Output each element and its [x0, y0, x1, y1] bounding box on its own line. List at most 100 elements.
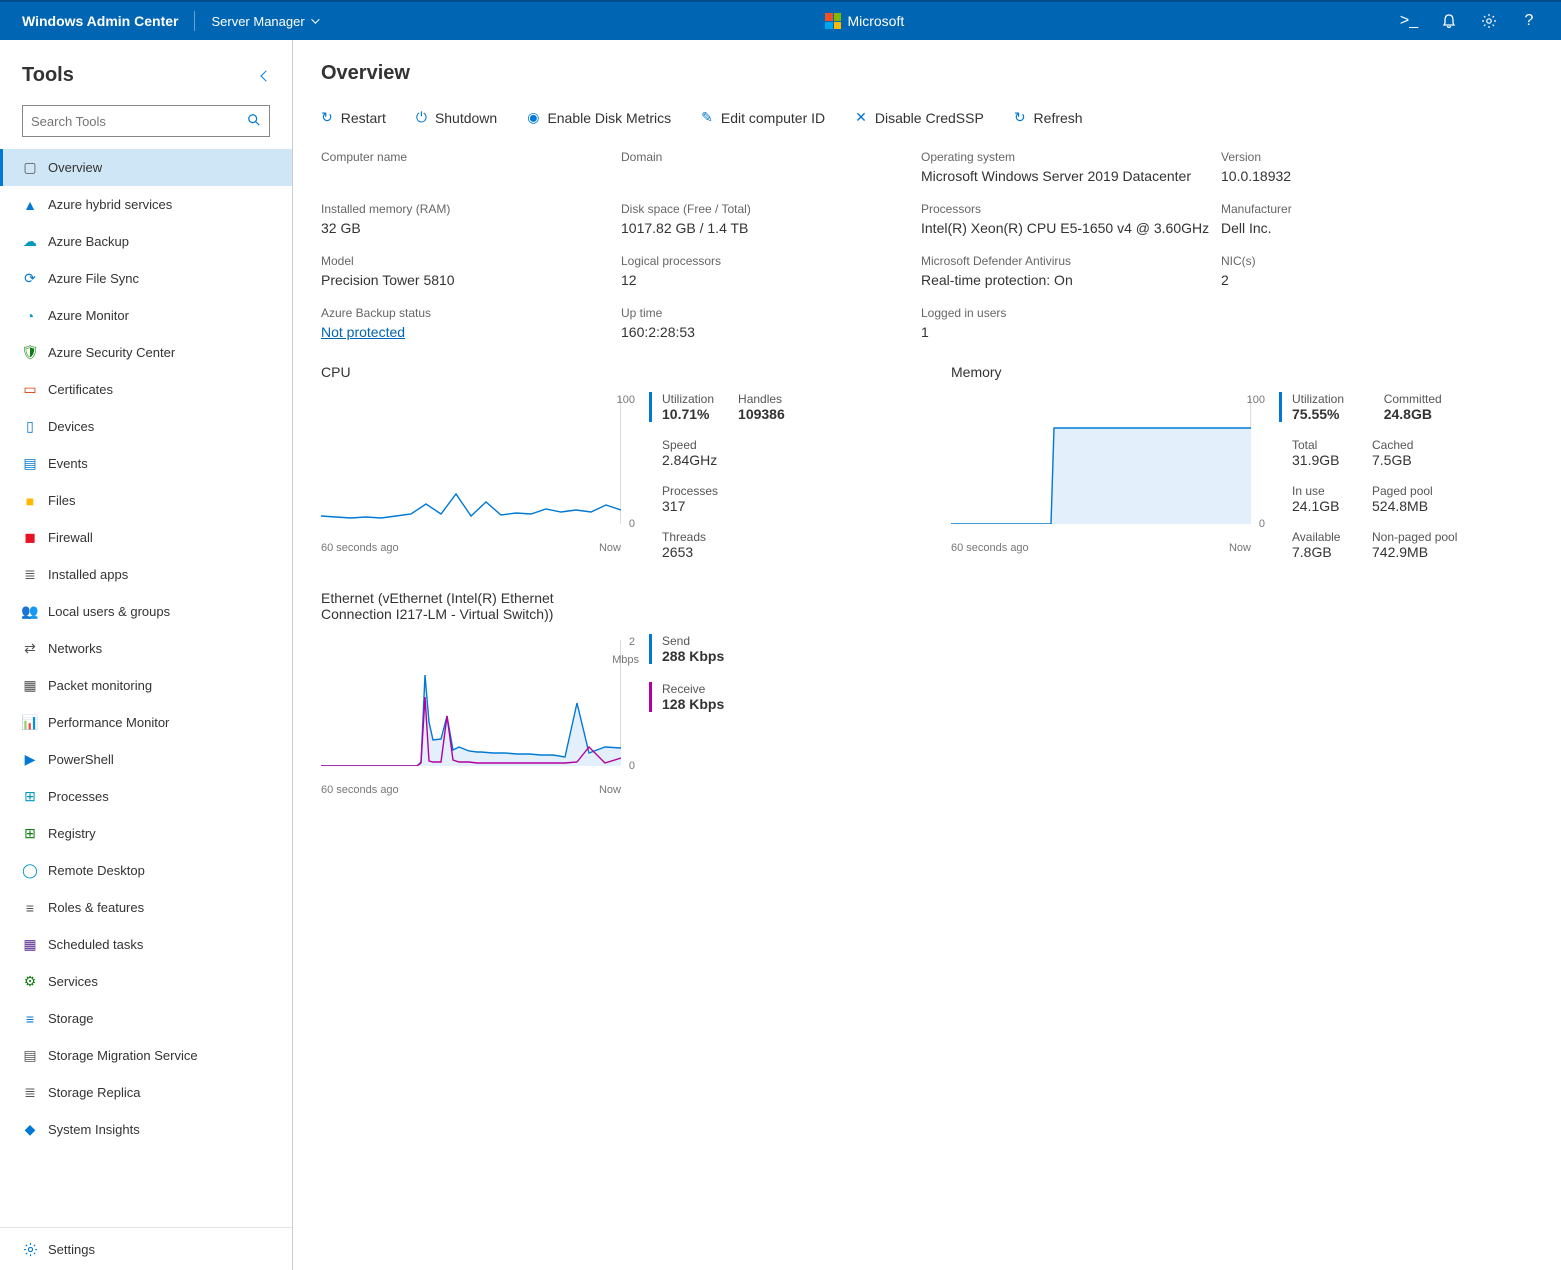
sidebar-item-label: Storage Migration Service	[48, 1048, 198, 1063]
prop-value: 160:2:28:53	[621, 324, 911, 340]
sidebar-item-files[interactable]: ■Files	[0, 482, 292, 519]
prop-label: NIC(s)	[1221, 254, 1461, 268]
sidebar: Tools ▢Overview▲Azure hybrid services☁Az…	[0, 40, 293, 1270]
sidebar-item-local-users-groups[interactable]: 👥Local users & groups	[0, 593, 292, 630]
sidebar-title: Tools	[22, 64, 74, 87]
settings-icon[interactable]	[1481, 13, 1497, 29]
shutdown-button[interactable]: ⏻Shutdown	[416, 109, 497, 126]
search-input[interactable]	[31, 114, 241, 129]
ethernet-send: Send 288 Kbps	[649, 634, 724, 664]
toolbar-label: Disable CredSSP	[875, 110, 984, 126]
properties-grid: Computer nameDomainOperating systemMicro…	[321, 150, 1533, 340]
sidebar-item-label: PowerShell	[48, 752, 114, 767]
sidebar-item-label: Networks	[48, 641, 102, 656]
prop-manufacturer: ManufacturerDell Inc.	[1221, 202, 1461, 236]
ethernet-chart[interactable]: 2 Mbps 0 60 seconds agoNow	[321, 634, 635, 774]
roles-icon: ≡	[22, 900, 38, 916]
toolbar-label: Shutdown	[435, 110, 497, 126]
sidebar-item-installed-apps[interactable]: ≣Installed apps	[0, 556, 292, 593]
prop-label: Microsoft Defender Antivirus	[921, 254, 1211, 268]
sidebar-item-certificates[interactable]: ▭ Certificates	[0, 371, 292, 408]
restart-button[interactable]: ↻Restart	[321, 109, 386, 126]
sidebar-item-services[interactable]: ⚙Services	[0, 963, 292, 1000]
sidebar-item-registry[interactable]: ⊞Registry	[0, 815, 292, 852]
sidebar-item-label: Installed apps	[48, 567, 128, 582]
search-icon	[247, 113, 261, 130]
sidebar-item-remote-desktop[interactable]: ◯Remote Desktop	[0, 852, 292, 889]
sidebar-item-azure-security-center[interactable]: 🛡Azure Security Center	[0, 334, 292, 371]
sidebar-item-performance-monitor[interactable]: 📊Performance Monitor	[0, 704, 292, 741]
memory-chart[interactable]: 100 0 60 seconds agoNow	[951, 392, 1265, 532]
sidebar-item-devices[interactable]: ▯Devices	[0, 408, 292, 445]
prop-value: 1	[921, 324, 1211, 340]
prop-value: Real-time protection: On	[921, 272, 1211, 288]
app-header: Windows Admin Center Server Manager Micr…	[0, 0, 1561, 40]
sidebar-item-firewall[interactable]: ◼Firewall	[0, 519, 292, 556]
sidebar-item-overview[interactable]: ▢Overview	[0, 149, 292, 186]
chevron-down-icon	[311, 15, 319, 23]
sidebar-item-azure-monitor[interactable]: ◔Azure Monitor	[0, 297, 292, 334]
refresh-button[interactable]: ↻Refresh	[1014, 109, 1083, 126]
shield-icon: 🛡	[22, 345, 38, 361]
sidebar-item-processes[interactable]: ⊞Processes	[0, 778, 292, 815]
prop-azure-backup-status[interactable]: Azure Backup statusNot protected	[321, 306, 611, 340]
sidebar-item-label: Services	[48, 974, 98, 989]
sched-icon: ▦	[22, 937, 38, 953]
sidebar-settings[interactable]: Settings	[0, 1228, 292, 1270]
prop-value: 12	[621, 272, 911, 288]
memory-title: Memory	[951, 364, 1211, 380]
ethernet-chart-block: Ethernet (vEthernet (Intel(R) Ethernet C…	[321, 590, 911, 774]
sidebar-item-label: Storage	[48, 1011, 94, 1026]
brand-title[interactable]: Windows Admin Center	[10, 13, 190, 29]
page-title: Overview	[321, 62, 1533, 85]
disk-icon: ◉	[527, 109, 539, 126]
enable-disk-metrics-button[interactable]: ◉Enable Disk Metrics	[527, 109, 671, 126]
prop-label: Installed memory (RAM)	[321, 202, 611, 216]
notifications-icon[interactable]	[1441, 13, 1457, 29]
certs-icon: ▭	[22, 382, 38, 398]
storage-icon: ≡	[22, 1011, 38, 1027]
collapse-sidebar-icon[interactable]	[260, 70, 271, 81]
sidebar-item-powershell[interactable]: ▶PowerShell	[0, 741, 292, 778]
disable-credssp-button[interactable]: ✕ Disable CredSSP	[855, 109, 984, 126]
prop-nic-s-: NIC(s)2	[1221, 254, 1461, 288]
sidebar-item-scheduled-tasks[interactable]: ▦Scheduled tasks	[0, 926, 292, 963]
prop-value: Dell Inc.	[1221, 220, 1461, 236]
networks-icon: ⇄	[22, 641, 38, 657]
sidebar-item-azure-backup[interactable]: ☁Azure Backup	[0, 223, 292, 260]
sidebar-item-azure-hybrid-services[interactable]: ▲Azure hybrid services	[0, 186, 292, 223]
sidebar-item-system-insights[interactable]: ◆System Insights	[0, 1111, 292, 1148]
prop-value: 1017.82 GB / 1.4 TB	[621, 220, 911, 236]
edit-computer-id-button[interactable]: ✎Edit computer ID	[701, 109, 825, 126]
prop-value: Precision Tower 5810	[321, 272, 611, 288]
sidebar-item-storage-migration-service[interactable]: ▤ Storage Migration Service	[0, 1037, 292, 1074]
firewall-icon: ◼	[22, 530, 38, 546]
sidebar-item-label: Certificates	[48, 382, 113, 397]
monitor-icon: ◔	[22, 308, 38, 324]
microsoft-logo-icon	[825, 13, 841, 29]
sidebar-item-networks[interactable]: ⇄ Networks	[0, 630, 292, 667]
sidebar-item-events[interactable]: ▤Events	[0, 445, 292, 482]
tool-list[interactable]: ▢Overview▲Azure hybrid services☁Azure Ba…	[0, 149, 292, 1227]
sms-icon: ▤	[22, 1048, 38, 1064]
prop-installed-memory-ram-: Installed memory (RAM)32 GB	[321, 202, 611, 236]
prop-label: Domain	[621, 150, 911, 164]
prop-computer-name: Computer name	[321, 150, 611, 184]
sidebar-item-storage-replica[interactable]: ≣Storage Replica	[0, 1074, 292, 1111]
help-icon[interactable]: ?	[1521, 13, 1537, 29]
close-icon: ✕	[855, 109, 867, 126]
prop-value[interactable]: Not protected	[321, 324, 611, 340]
sidebar-search[interactable]	[22, 105, 270, 137]
rdp-icon: ◯	[22, 863, 38, 879]
sidebar-item-storage[interactable]: ≡ Storage	[0, 1000, 292, 1037]
azure-icon: ▲	[22, 197, 38, 213]
sidebar-item-roles-features[interactable]: ≡Roles & features	[0, 889, 292, 926]
cpu-chart[interactable]: 100 0 60 seconds agoNow	[321, 392, 635, 532]
devices-icon: ▯	[22, 419, 38, 435]
console-icon[interactable]: >_	[1401, 13, 1417, 29]
context-selector[interactable]: Server Manager	[199, 14, 328, 29]
sidebar-item-azure-file-sync[interactable]: ⟳Azure File Sync	[0, 260, 292, 297]
packet-icon: ▦	[22, 678, 38, 694]
sidebar-item-packet-monitoring[interactable]: ▦Packet monitoring	[0, 667, 292, 704]
toolbar: ↻Restart ⏻Shutdown ◉Enable Disk Metrics ✎Ed…	[321, 105, 1533, 130]
